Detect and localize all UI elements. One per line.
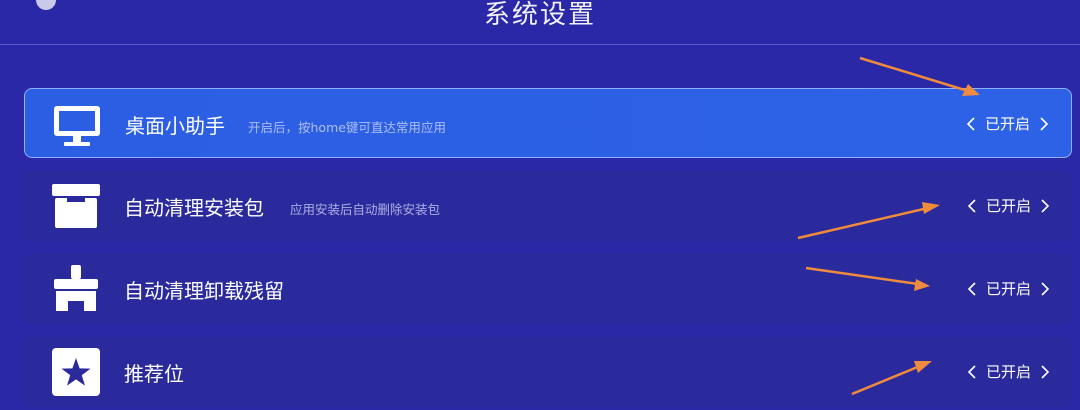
setting-value-selector[interactable]: 已开启	[967, 361, 1050, 382]
setting-label: 推荐位	[124, 362, 184, 386]
setting-row-auto-clean-residue[interactable]: 自动清理卸载残留 已开启	[24, 254, 1072, 324]
broom-icon	[54, 265, 98, 311]
setting-description: 开启后，按home键可直达常用应用	[248, 120, 446, 135]
chevron-left-icon[interactable]	[966, 116, 975, 131]
chevron-left-icon[interactable]	[967, 281, 976, 296]
setting-label: 桌面小助手	[125, 114, 225, 138]
setting-value-selector[interactable]: 已开启	[967, 195, 1050, 216]
setting-value: 已开启	[985, 197, 1031, 215]
chevron-left-icon[interactable]	[967, 364, 976, 379]
chevron-right-icon[interactable]	[1041, 281, 1050, 296]
setting-row-desktop-assistant[interactable]: 桌面小助手 开启后，按home键可直达常用应用 已开启	[24, 88, 1072, 158]
setting-value: 已开启	[984, 115, 1030, 133]
chevron-right-icon[interactable]	[1041, 364, 1050, 379]
star-icon	[52, 348, 100, 396]
page-title: 系统设置	[483, 0, 596, 30]
setting-description: 应用安装后自动删除安装包	[290, 202, 441, 217]
monitor-icon	[54, 106, 100, 146]
setting-row-recommended-slot[interactable]: 推荐位 已开启	[24, 337, 1072, 407]
setting-row-auto-clean-package[interactable]: 自动清理安装包 应用安装后自动删除安装包 已开启	[24, 171, 1072, 241]
setting-value: 已开启	[985, 280, 1031, 298]
setting-value-selector[interactable]: 已开启	[966, 113, 1049, 134]
setting-label: 自动清理安装包	[124, 196, 264, 220]
header: 系统设置	[0, 0, 1080, 45]
chevron-left-icon[interactable]	[967, 198, 976, 213]
package-box-icon	[52, 184, 100, 228]
setting-value-selector[interactable]: 已开启	[967, 278, 1050, 299]
chevron-right-icon[interactable]	[1040, 116, 1049, 131]
chevron-right-icon[interactable]	[1041, 198, 1050, 213]
setting-label: 自动清理卸载残留	[124, 279, 284, 303]
setting-value: 已开启	[985, 363, 1031, 381]
